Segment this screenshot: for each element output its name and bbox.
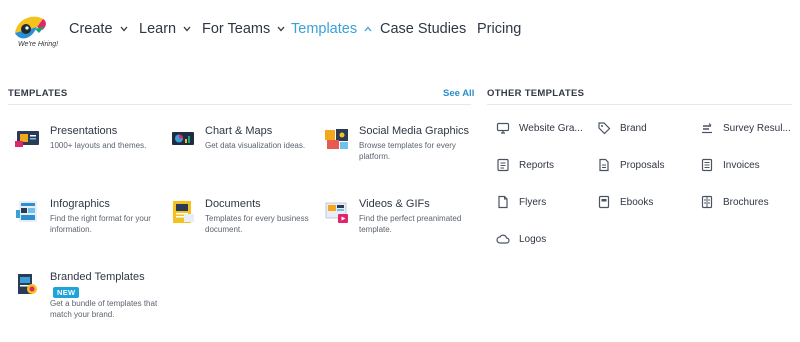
other-template-label: Survey Resul... <box>723 122 791 134</box>
template-description: Get a bundle of templates that match you… <box>50 299 158 319</box>
template-title: Social Media Graphics <box>359 125 470 137</box>
other-proposals[interactable]: Proposals <box>597 157 664 173</box>
other-templates-divider <box>487 104 792 105</box>
company-logo[interactable] <box>9 11 69 55</box>
chevron-up-icon <box>364 26 372 32</box>
monitor-icon <box>496 121 510 135</box>
other-brand[interactable]: Brand <box>597 120 647 136</box>
nav-create[interactable]: Create <box>69 19 128 39</box>
template-title: Videos & GIFs <box>359 198 430 210</box>
other-website-graphics[interactable]: Website Gra... <box>496 120 583 136</box>
see-all-link[interactable]: See All <box>443 88 474 99</box>
other-template-label: Proposals <box>620 159 665 171</box>
invoice-icon <box>700 158 714 172</box>
template-description: Find the perfect preanimated template. <box>359 214 462 234</box>
ebook-icon <box>597 195 611 209</box>
brand-tag-icon <box>597 121 611 135</box>
template-description: 1000+ layouts and themes. <box>50 141 147 150</box>
other-template-label: Brochures <box>723 196 769 208</box>
logo-mark-icon <box>15 16 46 39</box>
hiring-tag[interactable]: We're Hiring! <box>18 41 58 48</box>
chevron-down-icon <box>277 26 285 32</box>
other-flyers[interactable]: Flyers <box>496 194 546 210</box>
other-invoices[interactable]: Invoices <box>700 157 760 173</box>
nav-templates-label: Templates <box>291 21 358 37</box>
template-description: Templates for every business document. <box>205 214 309 234</box>
other-template-label: Logos <box>519 233 547 245</box>
branded-template-icon <box>15 273 41 297</box>
presentation-icon <box>15 127 41 151</box>
social-media-icon <box>324 127 350 151</box>
nav-pricing[interactable]: Pricing <box>477 19 521 39</box>
chevron-down-icon <box>120 26 128 32</box>
other-template-label: Flyers <box>519 196 547 208</box>
report-icon <box>496 158 510 172</box>
logo-cloud-icon <box>496 232 510 246</box>
infographic-icon <box>15 200 41 224</box>
template-title: Infographics <box>50 198 110 210</box>
other-template-label: Invoices <box>723 159 760 171</box>
other-brochures[interactable]: Brochures <box>700 194 769 210</box>
chevron-down-icon <box>183 26 191 32</box>
other-template-label: Reports <box>519 159 555 171</box>
brochure-icon <box>700 195 714 209</box>
other-ebooks[interactable]: Ebooks <box>597 194 653 210</box>
nav-learn[interactable]: Learn <box>139 19 191 39</box>
proposal-icon <box>597 158 611 172</box>
nav-learn-label: Learn <box>139 21 177 37</box>
templates-heading: TEMPLATES <box>8 88 68 99</box>
other-template-label: Ebooks <box>620 196 654 208</box>
templates-divider <box>8 104 471 105</box>
nav-create-label: Create <box>69 21 113 37</box>
nav-templates[interactable]: Templates <box>291 19 372 39</box>
template-title: Presentations <box>50 125 118 137</box>
document-icon <box>170 200 196 224</box>
other-logos[interactable]: Logos <box>496 231 546 247</box>
template-title: Chart & Maps <box>205 125 273 137</box>
nav-for-teams-label: For Teams <box>202 21 271 37</box>
template-description: Get data visualization ideas. <box>205 141 306 150</box>
video-icon <box>324 200 350 224</box>
nav-pricing-label: Pricing <box>477 21 522 37</box>
other-template-label: Brand <box>620 122 647 134</box>
new-badge: NEW <box>53 287 80 298</box>
other-reports[interactable]: Reports <box>496 157 554 173</box>
other-survey-results[interactable]: Survey Resul... <box>700 120 791 136</box>
survey-icon <box>700 121 714 135</box>
template-description: Find the right format for your informati… <box>50 214 151 234</box>
flyer-icon <box>496 195 510 209</box>
other-template-label: Website Gra... <box>519 122 583 134</box>
template-title: Branded Templates <box>50 271 145 283</box>
nav-case-studies-label: Case Studies <box>380 21 467 37</box>
other-templates-heading: OTHER TEMPLATES <box>487 88 585 99</box>
template-description: Browse templates for every platform. <box>359 141 456 161</box>
template-title: Documents <box>205 198 261 210</box>
chart-map-icon <box>170 127 196 151</box>
nav-case-studies[interactable]: Case Studies <box>380 19 466 39</box>
nav-for-teams[interactable]: For Teams <box>202 19 285 39</box>
top-navigation: We're Hiring! Create Learn For Teams Tem… <box>0 0 800 60</box>
